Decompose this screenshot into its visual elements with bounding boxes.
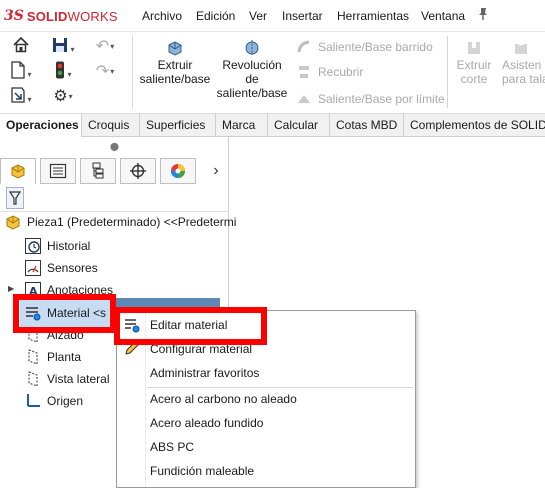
tab-calcular[interactable]: Calcular xyxy=(268,114,330,137)
extruir-corte-button[interactable]: Extruir corte xyxy=(452,38,496,86)
highlight-box-editar-material xyxy=(114,307,267,345)
configurationmanager-tab-icon[interactable] xyxy=(80,158,116,184)
revolve-boss-icon xyxy=(245,40,259,55)
menu-ver[interactable]: Ver xyxy=(249,9,267,23)
tree-item-origen[interactable]: Origen xyxy=(24,391,83,411)
menu-edicion[interactable]: Edición xyxy=(196,9,235,23)
ds-logo-icon: 3S xyxy=(4,8,24,24)
redo-icon[interactable]: ↷▾ xyxy=(90,61,120,83)
tab-complementos[interactable]: Complementos de SOLID xyxy=(404,114,545,137)
undo-icon[interactable]: ↶▾ xyxy=(90,36,120,58)
tab-marca[interactable]: Marca xyxy=(216,114,268,137)
tab-croquis[interactable]: Croquis xyxy=(82,114,140,137)
tree-root-part[interactable]: Pieza1 (Predeterminado) <<Predetermi xyxy=(4,212,236,232)
traffic-light-icon[interactable]: ▾ xyxy=(48,61,78,83)
brand-works: WORKS xyxy=(67,8,118,24)
hole-wizard-icon xyxy=(515,42,527,54)
solidworks-logo[interactable]: 3S SOLIDWORKS xyxy=(4,7,118,25)
boundary-boss-icon xyxy=(298,95,310,103)
plane-icon xyxy=(28,349,38,365)
menu-item-acero-carbono[interactable]: Acero al carbono no aleado xyxy=(117,387,415,411)
tree-root-label: Pieza1 (Predeterminado) <<Predetermi xyxy=(27,215,237,229)
dimxpert-tab-icon[interactable] xyxy=(120,158,156,184)
gear-icon[interactable]: ⚙▾ xyxy=(48,86,78,108)
tree-item-sensores[interactable]: Sensores xyxy=(24,258,98,278)
home-icon[interactable] xyxy=(6,36,36,58)
sweep-icon xyxy=(297,40,310,53)
menu-archivo[interactable]: Archivo xyxy=(142,9,182,23)
origin-icon xyxy=(27,394,40,407)
menu-item-abs-pc[interactable]: ABS PC xyxy=(117,435,415,459)
saliente-limite-button[interactable]: Saliente/Base por límite xyxy=(296,91,445,107)
loft-icon xyxy=(299,66,309,78)
extrude-cut-icon xyxy=(468,42,480,54)
tree-item-historial[interactable]: Historial xyxy=(24,236,90,256)
displaymanager-tab-icon[interactable] xyxy=(160,158,196,184)
tab-superficies[interactable]: Superficies xyxy=(140,114,216,137)
panel-grip-icon[interactable]: ⬤ xyxy=(0,137,229,157)
command-tabs: Operaciones Croquis Superficies Marca Ca… xyxy=(0,113,545,138)
highlight-box-material xyxy=(13,294,116,333)
chevron-right-icon[interactable]: › xyxy=(205,159,227,183)
panel-tabs: › xyxy=(0,158,229,184)
history-icon xyxy=(25,238,41,254)
save-icon[interactable]: ▾ xyxy=(48,36,78,58)
tree-item-vista-lateral[interactable]: Vista lateral xyxy=(24,369,109,389)
menu-item-fundicion-maleable[interactable]: Fundición maleable xyxy=(117,459,415,483)
plane-icon xyxy=(28,371,38,387)
menu-item-acero-aleado[interactable]: Acero aleado fundido xyxy=(117,411,415,435)
pin-icon[interactable] xyxy=(476,7,490,24)
menu-ventana[interactable]: Ventana xyxy=(421,9,465,23)
filter-icon[interactable] xyxy=(6,187,24,209)
brand-solid: SOLID xyxy=(26,8,68,24)
menu-bar: 3S SOLIDWORKS Archivo Edición Ver Insert… xyxy=(0,0,545,32)
expand-arrow-icon[interactable]: ▶ xyxy=(8,284,14,293)
featuremanager-tab-icon[interactable] xyxy=(0,158,36,184)
menu-herramientas[interactable]: Herramientas xyxy=(337,9,409,23)
extruir-saliente-button[interactable]: Extruir saliente/base xyxy=(138,38,212,86)
menu-item-administrar-favoritos[interactable]: Administrar favoritos xyxy=(117,361,415,385)
tab-operaciones[interactable]: Operaciones xyxy=(0,114,82,138)
asistente-taladro-button[interactable]: Asisten para tala xyxy=(498,38,545,86)
part-icon xyxy=(6,215,20,230)
tree-item-planta[interactable]: Planta xyxy=(24,347,81,367)
new-document-icon[interactable]: ▾ xyxy=(6,61,36,83)
saliente-barrido-button[interactable]: Saliente/Base barrido xyxy=(296,39,433,55)
recubrir-button[interactable]: Recubrir xyxy=(296,64,363,80)
toolbar-separator-2 xyxy=(447,36,448,108)
propertymanager-tab-icon[interactable] xyxy=(40,158,76,184)
menu-insertar[interactable]: Insertar xyxy=(282,9,323,23)
revolucion-saliente-button[interactable]: Revolución de saliente/base xyxy=(214,38,290,100)
extrude-boss-icon xyxy=(168,41,182,56)
toolbar-separator xyxy=(132,36,133,108)
sensor-icon xyxy=(25,260,41,276)
select-icon[interactable]: ▾ xyxy=(6,86,36,108)
tab-cotas-mbd[interactable]: Cotas MBD xyxy=(330,114,404,137)
command-manager: ▾ ↶▾ ▾ ▾ ↷▾ ▾ ⚙▾ Extruir saliente/base R… xyxy=(0,32,545,113)
